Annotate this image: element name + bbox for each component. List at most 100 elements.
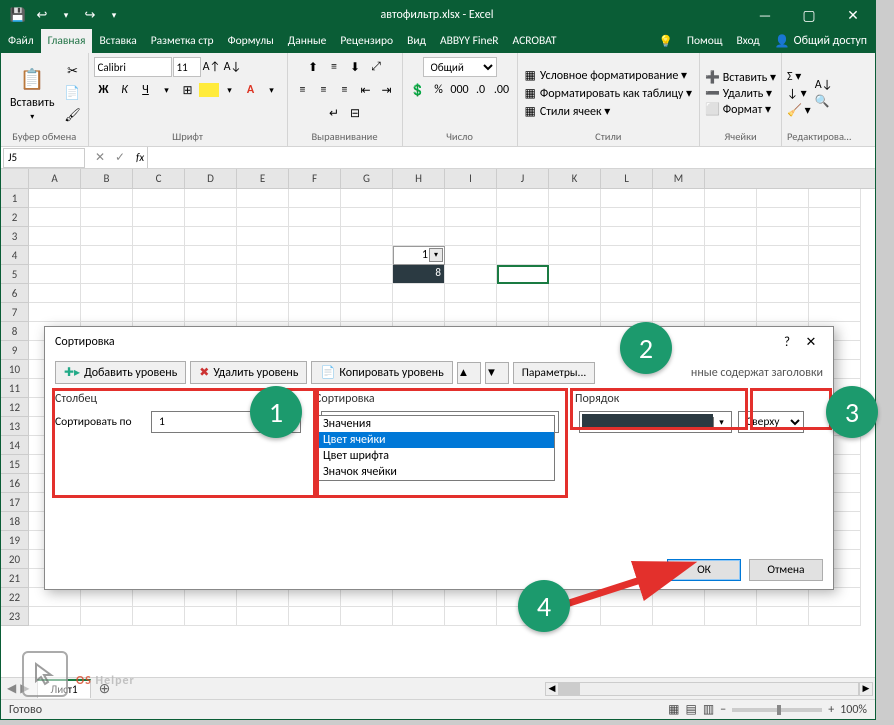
sort-options-button[interactable]: Параметры... — [513, 362, 596, 384]
close-button[interactable]: ✕ — [831, 1, 875, 29]
shrink-font-icon[interactable]: A↓ — [223, 57, 243, 77]
font-size-combo[interactable] — [173, 57, 201, 77]
zoom-in-icon[interactable]: + — [828, 703, 834, 717]
number-format-combo[interactable]: Общий — [423, 57, 497, 77]
cell-styles-button[interactable]: ▦Стили ячеек ▾ — [523, 103, 695, 120]
fill-icon[interactable]: ↓ ▾ — [787, 86, 811, 101]
inc-decimal-icon[interactable]: .0 — [471, 80, 491, 100]
copy-icon[interactable]: 📄 — [63, 83, 83, 103]
cancel-button[interactable]: Отмена — [749, 559, 823, 581]
align-left-icon[interactable]: ≡ — [293, 80, 313, 100]
view-break-icon[interactable]: ▥ — [703, 702, 714, 717]
paste-button[interactable]: 📋 Вставить ▾ — [6, 62, 59, 124]
undo-icon[interactable]: ↩ — [31, 4, 53, 26]
redo-icon[interactable]: ↪ — [79, 4, 101, 26]
orientation-icon[interactable]: ⤢ — [366, 57, 386, 77]
dialog-help-button[interactable]: ? — [775, 335, 799, 350]
font-name-combo[interactable] — [94, 57, 172, 77]
bold-button[interactable]: Ж — [94, 80, 114, 100]
sort-filter-icon[interactable]: A↓ — [815, 78, 833, 92]
autosum-icon[interactable]: Σ ▾ — [787, 69, 811, 84]
tab-acrobat[interactable]: ACROBAT — [506, 29, 564, 53]
fill-more-icon[interactable]: ▾ — [220, 80, 240, 100]
zoom-slider[interactable] — [732, 708, 822, 712]
copy-level-button[interactable]: 📄Копировать уровень — [311, 361, 452, 384]
conditional-formatting-button[interactable]: ▦Условное форматирование ▾ — [523, 67, 695, 84]
underline-more-icon[interactable]: ▾ — [157, 80, 177, 100]
tab-file[interactable]: Файл — [1, 29, 41, 53]
name-box[interactable]: J5 — [3, 148, 85, 168]
select-all-corner[interactable] — [1, 169, 29, 189]
column-headers[interactable]: ABCDEFGHIJKLM — [29, 169, 875, 189]
formula-input[interactable] — [147, 147, 875, 168]
qat-customize-icon[interactable]: ▾ — [103, 4, 125, 26]
maximize-button[interactable]: ▢ — [787, 1, 831, 29]
tab-abbyy[interactable]: ABBYY FineR — [433, 29, 506, 53]
delete-level-button[interactable]: ✖Удалить уровень — [190, 361, 307, 384]
tab-insert[interactable]: Вставка — [92, 29, 143, 53]
format-painter-icon[interactable]: 🖌 — [63, 105, 83, 125]
minimize-button[interactable]: — — [743, 1, 787, 29]
italic-button[interactable]: К — [115, 80, 135, 100]
cell-h4[interactable]: 1 ▾ — [393, 246, 445, 265]
format-as-table-button[interactable]: ▦Форматировать как таблицу ▾ — [523, 85, 695, 102]
h-scrollbar[interactable]: ◀ ▶ — [118, 682, 875, 696]
sort-color-combo[interactable]: ▾ — [579, 411, 732, 433]
grow-font-icon[interactable]: A↑ — [202, 57, 222, 77]
move-up-button[interactable]: ▲ — [457, 362, 481, 384]
move-down-button[interactable]: ▼ — [485, 362, 509, 384]
align-middle-icon[interactable]: ≡ — [324, 57, 344, 77]
option-font-color[interactable]: Цвет шрифта — [318, 448, 554, 464]
currency-icon[interactable]: 💲 — [408, 80, 428, 100]
filter-dropdown-icon[interactable]: ▾ — [429, 248, 443, 262]
borders-icon[interactable]: ⊞ — [178, 80, 198, 100]
row-headers[interactable]: 1234567891011121314151617181920212223 — [1, 189, 29, 626]
tab-data[interactable]: Данные — [281, 29, 334, 53]
option-cell-icon[interactable]: Значок ячейки — [318, 464, 554, 480]
dec-decimal-icon[interactable]: .00 — [492, 80, 512, 100]
zoom-out-icon[interactable]: − — [720, 703, 726, 717]
add-level-button[interactable]: ✚▸Добавить уровень — [55, 361, 186, 384]
ok-button[interactable]: ОК — [667, 559, 741, 581]
view-layout-icon[interactable]: ▤ — [686, 702, 697, 717]
insert-cells-button[interactable]: ➕ Вставить ▾ — [705, 70, 776, 85]
wrap-text-icon[interactable]: ↵ — [324, 103, 344, 123]
underline-button[interactable]: Ч — [136, 80, 156, 100]
dialog-close-button[interactable]: ✕ — [799, 335, 823, 350]
enter-formula-icon[interactable]: ✓ — [111, 150, 129, 165]
fill-color-icon[interactable] — [199, 83, 219, 97]
tab-review[interactable]: Рецензиро — [333, 29, 400, 53]
cancel-formula-icon[interactable]: ✕ — [91, 150, 109, 165]
delete-cells-button[interactable]: ➖ Удалить ▾ — [705, 86, 776, 101]
has-headers-checkbox[interactable]: нные содержат загoловки — [691, 366, 823, 380]
align-right-icon[interactable]: ≡ — [335, 80, 355, 100]
zoom-percent[interactable]: 100% — [840, 703, 867, 717]
indent-inc-icon[interactable]: ⇥ — [377, 80, 397, 100]
option-cell-color[interactable]: Цвет ячейки — [318, 432, 554, 448]
tab-signin[interactable]: Вход — [729, 29, 766, 53]
scroll-left-icon[interactable]: ◀ — [545, 682, 559, 696]
cut-icon[interactable]: ✂ — [63, 61, 83, 81]
scroll-right-icon[interactable]: ▶ — [859, 682, 873, 696]
sort-on-dropdown[interactable]: Значения Цвет ячейки Цвет шрифта Значок … — [317, 415, 555, 481]
fx-icon[interactable]: fx — [133, 151, 147, 164]
sort-direction-combo[interactable]: Сверху — [738, 411, 804, 433]
find-select-icon[interactable]: 🔍 — [815, 94, 833, 109]
font-color-icon[interactable]: A — [241, 80, 261, 100]
tab-layout[interactable]: Разметка стр — [144, 29, 221, 53]
percent-icon[interactable]: % — [429, 80, 449, 100]
tab-home[interactable]: Главная — [41, 29, 93, 53]
save-icon[interactable]: 💾 — [7, 4, 29, 26]
tab-tellme[interactable]: Помощ — [680, 29, 730, 53]
clear-icon[interactable]: 🧹 ▾ — [787, 103, 811, 118]
comma-icon[interactable]: 000 — [450, 80, 470, 100]
tab-formulas[interactable]: Формулы — [221, 29, 281, 53]
share-button[interactable]: 👤 Общий доступ — [767, 29, 875, 53]
view-normal-icon[interactable]: ▦ — [668, 702, 679, 717]
align-top-icon[interactable]: ⬆ — [303, 57, 323, 77]
tellme-icon[interactable]: 💡 — [651, 29, 679, 53]
undo-more-icon[interactable]: ▾ — [55, 4, 77, 26]
active-cell-j5[interactable] — [497, 265, 549, 284]
format-cells-button[interactable]: ⬜ Формат ▾ — [705, 102, 776, 117]
tab-view[interactable]: Вид — [400, 29, 433, 53]
